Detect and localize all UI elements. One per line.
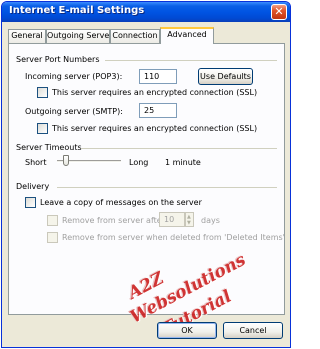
- delivery-group-label: Delivery: [16, 182, 50, 191]
- remove-deleted-label: Remove from server when deleted from 'De…: [62, 233, 285, 242]
- tab-connection[interactable]: Connection: [110, 29, 160, 43]
- tab-general[interactable]: General: [8, 29, 46, 43]
- tab-connection-label: Connection: [112, 31, 158, 40]
- outgoing-ssl-checkbox[interactable]: [37, 123, 48, 134]
- ok-button[interactable]: OK: [157, 322, 217, 339]
- remove-after-days-input[interactable]: 10: [159, 212, 185, 227]
- days-label: days: [201, 216, 220, 225]
- tab-outgoing-server-label: Outgoing Server: [47, 31, 113, 40]
- tab-general-label: General: [11, 31, 43, 40]
- group-divider: [105, 60, 277, 61]
- use-defaults-button[interactable]: Use Defaults: [198, 68, 253, 85]
- title-bar[interactable]: Internet E-mail Settings ✕: [2, 2, 290, 22]
- server-ports-group-label: Server Port Numbers: [16, 55, 100, 64]
- group-divider: [81, 148, 277, 149]
- cancel-button[interactable]: Cancel: [223, 322, 283, 339]
- timeout-value-label: 1 minute: [165, 158, 201, 167]
- tab-outgoing-server[interactable]: Outgoing Server: [46, 29, 113, 43]
- outgoing-ssl-label: This server requires an encrypted connec…: [52, 124, 258, 133]
- remove-deleted-checkbox[interactable]: [47, 232, 58, 243]
- tab-advanced-label: Advanced: [167, 30, 207, 39]
- incoming-port-input[interactable]: 110: [139, 69, 177, 84]
- incoming-ssl-checkbox[interactable]: [37, 87, 48, 98]
- group-divider: [57, 187, 277, 188]
- timeout-short-label: Short: [25, 158, 47, 167]
- incoming-server-label: Incoming server (POP3):: [25, 72, 123, 81]
- outgoing-server-label: Outgoing server (SMTP):: [25, 107, 123, 116]
- advanced-panel: Server Port Numbers Incoming server (POP…: [8, 43, 285, 340]
- remove-after-label: Remove from server after: [62, 216, 165, 225]
- tab-advanced[interactable]: Advanced: [160, 27, 214, 44]
- days-spinner[interactable]: ▲ ▼: [185, 212, 194, 227]
- email-settings-dialog: Internet E-mail Settings ✕ General Outgo…: [1, 1, 291, 348]
- leave-copy-checkbox[interactable]: [25, 197, 36, 208]
- timeout-long-label: Long: [129, 158, 149, 167]
- incoming-ssl-label: This server requires an encrypted connec…: [52, 88, 258, 97]
- close-button[interactable]: ✕: [271, 4, 287, 20]
- remove-after-checkbox[interactable]: [47, 215, 58, 226]
- close-icon: ✕: [274, 5, 284, 18]
- timeout-slider-thumb[interactable]: [62, 155, 69, 166]
- window-title: Internet E-mail Settings: [9, 5, 145, 16]
- leave-copy-label: Leave a copy of messages on the server: [40, 198, 202, 207]
- outgoing-port-input[interactable]: 25: [139, 103, 177, 118]
- spin-down-icon: ▼: [187, 220, 191, 226]
- server-timeouts-group-label: Server Timeouts: [16, 143, 82, 152]
